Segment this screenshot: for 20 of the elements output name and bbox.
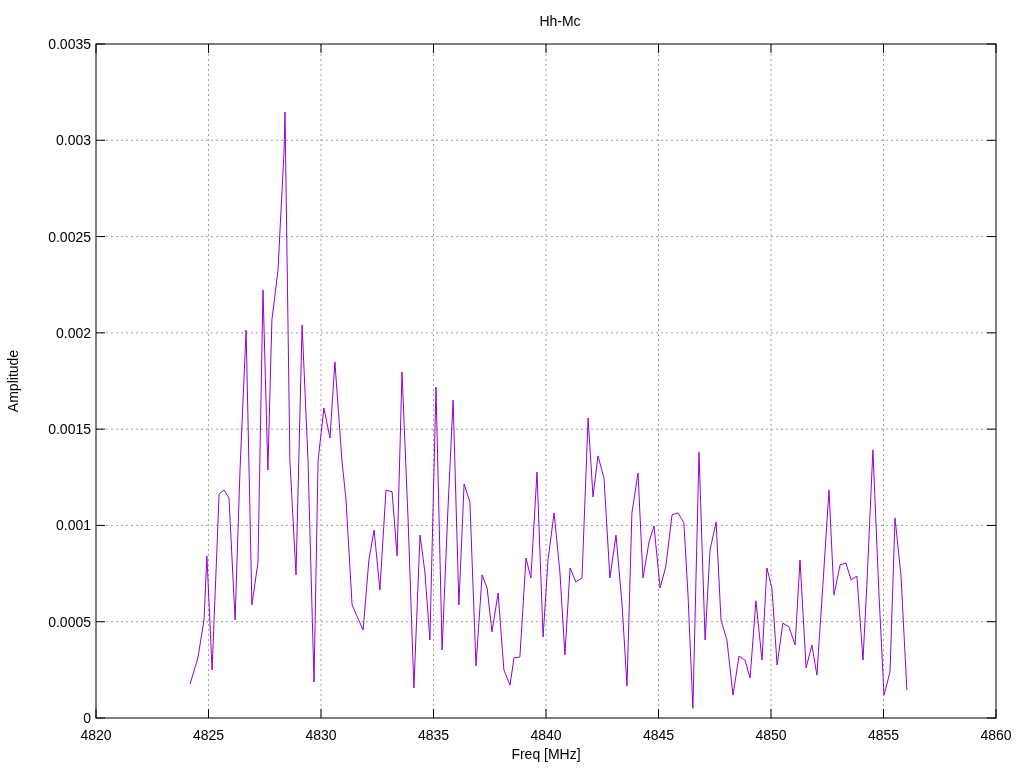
x-tick-label: 4820 xyxy=(80,727,112,743)
y-axis-label: Amplitude xyxy=(5,349,21,413)
x-tick-label: 4850 xyxy=(755,727,787,743)
x-tick-label: 4845 xyxy=(642,727,675,743)
x-tick-label: 4855 xyxy=(867,727,900,743)
y-tick-label: 0.0005 xyxy=(48,613,91,630)
x-tick-label: 4840 xyxy=(530,727,562,743)
y-tick-label: 0.0035 xyxy=(48,36,91,52)
y-tick-label: 0.0025 xyxy=(48,228,91,245)
y-tick-label: 0.003 xyxy=(55,132,91,149)
chart-title: Hh-Mc xyxy=(539,13,581,29)
x-tick-label: 4825 xyxy=(192,727,225,743)
y-tick-label: 0.001 xyxy=(55,517,91,534)
x-tick-label: 4860 xyxy=(980,727,1012,743)
x-tick-label: 4835 xyxy=(417,727,450,743)
x-tick-label: 4830 xyxy=(305,727,337,743)
x-axis-label: Freq [MHz] xyxy=(511,746,581,762)
y-tick-label: 0.0015 xyxy=(48,421,91,438)
y-tick-label: 0 xyxy=(83,710,91,726)
y-tick-label: 0.002 xyxy=(55,324,91,341)
